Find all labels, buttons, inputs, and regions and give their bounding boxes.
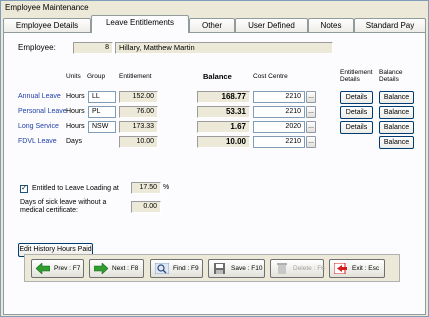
cost-centre-input[interactable]: 2020: [253, 121, 305, 133]
leave-entitlement-value: 10.00: [119, 136, 158, 148]
find-button-label: Find : F9: [173, 265, 199, 272]
leave-entitlement-value: 76.00: [119, 106, 158, 118]
leave-entitlement-value: 152.00: [119, 91, 158, 103]
entitlement-details-button[interactable]: Details: [340, 121, 373, 134]
balance-details-button[interactable]: Balance: [379, 121, 414, 134]
leave-loading-label: Entitled to Leave Loading at: [32, 185, 119, 192]
leave-units: Hours: [66, 93, 85, 100]
tab-standard-pay[interactable]: Standard Pay: [354, 18, 426, 33]
employee-number: 8: [73, 42, 113, 54]
window-title: Employee Maintenance: [1, 1, 428, 15]
cost-centre-input[interactable]: 2210: [253, 91, 305, 103]
tab-user-defined[interactable]: User Defined: [235, 18, 308, 33]
sick-leave-label-cont: medical certificate:: [20, 207, 78, 214]
leave-name-long-service[interactable]: Long Service: [18, 123, 59, 130]
tab-other[interactable]: Other: [189, 18, 235, 33]
next-button-label: Next : F8: [112, 265, 139, 272]
leave-balance-value: 1.67: [197, 121, 250, 133]
footer-toolbar: Prev : F7 Next : F8 Find : F9 Save : F10…: [24, 254, 400, 282]
exit-icon: [334, 263, 347, 274]
balance-details-header: Balance Details: [379, 69, 403, 83]
find-button[interactable]: Find : F9: [150, 259, 203, 278]
leave-units: Days: [66, 138, 82, 145]
group-header: Group: [87, 73, 106, 80]
employee-maintenance-window: Employee Maintenance Employee Details Le…: [0, 0, 429, 317]
prev-button[interactable]: Prev : F7: [31, 259, 84, 278]
balance-details-button[interactable]: Balance: [379, 91, 414, 104]
leave-units: Hours: [66, 123, 85, 130]
tab-employee-details[interactable]: Employee Details: [3, 18, 91, 33]
tab-leave-entitlements[interactable]: Leave Entitlements: [91, 15, 189, 33]
exit-button-label: Exit : Esc: [352, 265, 380, 272]
exit-button[interactable]: Exit : Esc: [329, 259, 385, 278]
save-button-label: Save : F10: [231, 265, 263, 272]
leave-loading-unit: %: [163, 184, 170, 191]
leave-group-input[interactable]: PL: [88, 106, 116, 118]
cost-centre-lookup-button[interactable]: ...: [306, 121, 316, 133]
trash-icon: [277, 263, 287, 274]
entitlement-details-header: Entitlement Details: [340, 69, 373, 83]
cost-centre-input[interactable]: 2210: [253, 106, 305, 118]
leave-balance-value: 10.00: [197, 136, 250, 148]
units-header: Units: [66, 73, 81, 80]
employee-label: Employee:: [18, 43, 56, 52]
prev-button-label: Prev : F7: [54, 265, 81, 272]
sick-leave-label: Days of sick leave without a: [20, 199, 107, 206]
balance-details-button[interactable]: Balance: [379, 106, 414, 119]
entitlement-details-button[interactable]: Details: [340, 91, 373, 104]
magnifier-icon: [155, 263, 169, 274]
leave-balance-value: 168.77: [197, 91, 250, 103]
tab-notes[interactable]: Notes: [308, 18, 354, 33]
leave-group-input[interactable]: LL: [88, 91, 116, 103]
tab-strip: Employee Details Leave Entitlements Othe…: [3, 15, 426, 33]
leave-entitlement-value: 173.33: [119, 121, 158, 133]
disk-icon: [214, 263, 225, 274]
cost-centre-lookup-button[interactable]: ...: [306, 91, 316, 103]
cost-centre-header: Cost Centre: [253, 73, 288, 80]
sick-leave-value: 0.00: [131, 201, 161, 213]
cost-centre-input[interactable]: 2210: [253, 136, 305, 148]
next-button[interactable]: Next : F8: [89, 259, 144, 278]
leave-units: Hours: [66, 108, 85, 115]
arrow-left-icon: [36, 263, 50, 274]
cost-centre-lookup-button[interactable]: ...: [306, 136, 316, 148]
balance-header: Balance: [203, 72, 232, 81]
cost-centre-lookup-button[interactable]: ...: [306, 106, 316, 118]
leave-group-input[interactable]: NSW: [88, 121, 116, 133]
leave-loading-value: 17.50: [131, 182, 161, 194]
arrow-right-icon: [94, 263, 108, 274]
employee-name: Hillary, Matthew Martin: [115, 42, 333, 54]
entitlement-details-button[interactable]: Details: [340, 106, 373, 119]
leave-loading-checkbox[interactable]: ✓: [20, 185, 28, 193]
delete-button-label: Delete : F6: [293, 265, 325, 272]
save-button[interactable]: Save : F10: [208, 259, 265, 278]
leave-name-annual[interactable]: Annual Leave: [18, 93, 61, 100]
leave-balance-value: 53.31: [197, 106, 250, 118]
entitlement-header: Entitlement: [119, 73, 152, 80]
delete-button[interactable]: Delete : F6: [270, 259, 325, 278]
leave-name-fdvl[interactable]: FDVL Leave: [18, 138, 57, 145]
leave-name-personal[interactable]: Personal Leave: [18, 108, 67, 115]
balance-details-button[interactable]: Balance: [379, 136, 414, 149]
